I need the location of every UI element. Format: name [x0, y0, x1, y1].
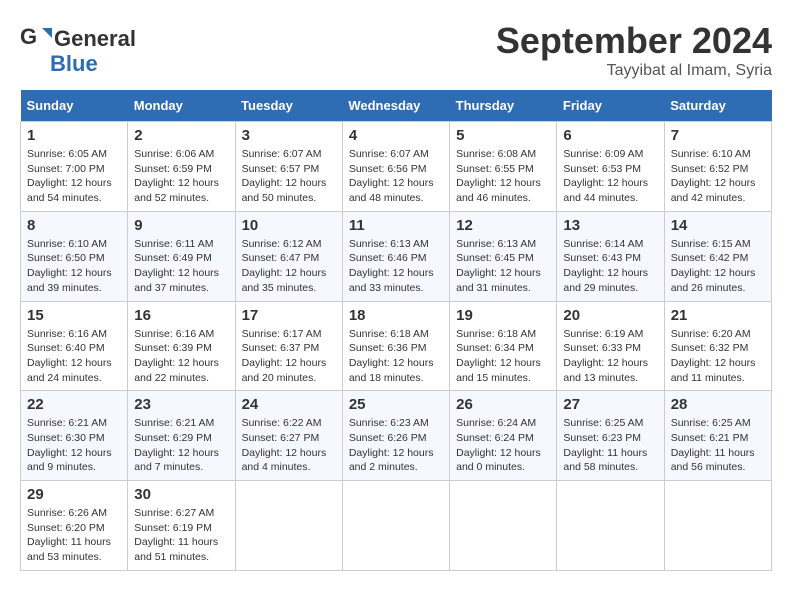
table-row: 30Sunrise: 6:27 AMSunset: 6:19 PMDayligh…: [128, 481, 235, 571]
table-row: 14Sunrise: 6:15 AMSunset: 6:42 PMDayligh…: [664, 211, 771, 301]
table-row: 1Sunrise: 6:05 AMSunset: 7:00 PMDaylight…: [21, 122, 128, 212]
table-row: 11Sunrise: 6:13 AMSunset: 6:46 PMDayligh…: [342, 211, 449, 301]
table-row: 19Sunrise: 6:18 AMSunset: 6:34 PMDayligh…: [450, 301, 557, 391]
logo-general-text: General: [54, 26, 136, 52]
table-row: 3Sunrise: 6:07 AMSunset: 6:57 PMDaylight…: [235, 122, 342, 212]
table-row: 18Sunrise: 6:18 AMSunset: 6:36 PMDayligh…: [342, 301, 449, 391]
logo-icon: G: [20, 20, 52, 57]
table-row: 20Sunrise: 6:19 AMSunset: 6:33 PMDayligh…: [557, 301, 664, 391]
table-row: [557, 481, 664, 571]
table-row: 22Sunrise: 6:21 AMSunset: 6:30 PMDayligh…: [21, 391, 128, 481]
table-row: 6Sunrise: 6:09 AMSunset: 6:53 PMDaylight…: [557, 122, 664, 212]
table-row: 7Sunrise: 6:10 AMSunset: 6:52 PMDaylight…: [664, 122, 771, 212]
location: Tayyibat al Imam, Syria: [496, 62, 772, 80]
table-row: 17Sunrise: 6:17 AMSunset: 6:37 PMDayligh…: [235, 301, 342, 391]
table-row: 5Sunrise: 6:08 AMSunset: 6:55 PMDaylight…: [450, 122, 557, 212]
col-thursday: Thursday: [450, 90, 557, 122]
table-row: 12Sunrise: 6:13 AMSunset: 6:45 PMDayligh…: [450, 211, 557, 301]
table-row: 13Sunrise: 6:14 AMSunset: 6:43 PMDayligh…: [557, 211, 664, 301]
table-row: 10Sunrise: 6:12 AMSunset: 6:47 PMDayligh…: [235, 211, 342, 301]
month-title: September 2024: [496, 20, 772, 62]
table-row: 23Sunrise: 6:21 AMSunset: 6:29 PMDayligh…: [128, 391, 235, 481]
logo-blue-text: Blue: [50, 51, 98, 77]
title-area: September 2024 Tayyibat al Imam, Syria: [496, 20, 772, 80]
table-row: 21Sunrise: 6:20 AMSunset: 6:32 PMDayligh…: [664, 301, 771, 391]
logo: G General Blue: [20, 20, 136, 77]
col-monday: Monday: [128, 90, 235, 122]
table-row: [664, 481, 771, 571]
table-row: 25Sunrise: 6:23 AMSunset: 6:26 PMDayligh…: [342, 391, 449, 481]
table-row: 16Sunrise: 6:16 AMSunset: 6:39 PMDayligh…: [128, 301, 235, 391]
table-row: 27Sunrise: 6:25 AMSunset: 6:23 PMDayligh…: [557, 391, 664, 481]
col-friday: Friday: [557, 90, 664, 122]
page-header: G General Blue September 2024 Tayyibat a…: [20, 20, 772, 80]
calendar-table: Sunday Monday Tuesday Wednesday Thursday…: [20, 90, 772, 571]
table-row: [342, 481, 449, 571]
table-row: 8Sunrise: 6:10 AMSunset: 6:50 PMDaylight…: [21, 211, 128, 301]
col-saturday: Saturday: [664, 90, 771, 122]
table-row: 15Sunrise: 6:16 AMSunset: 6:40 PMDayligh…: [21, 301, 128, 391]
col-tuesday: Tuesday: [235, 90, 342, 122]
col-sunday: Sunday: [21, 90, 128, 122]
table-row: 9Sunrise: 6:11 AMSunset: 6:49 PMDaylight…: [128, 211, 235, 301]
svg-text:G: G: [20, 24, 37, 49]
table-row: 26Sunrise: 6:24 AMSunset: 6:24 PMDayligh…: [450, 391, 557, 481]
col-wednesday: Wednesday: [342, 90, 449, 122]
table-row: 4Sunrise: 6:07 AMSunset: 6:56 PMDaylight…: [342, 122, 449, 212]
table-row: 29Sunrise: 6:26 AMSunset: 6:20 PMDayligh…: [21, 481, 128, 571]
header-row: Sunday Monday Tuesday Wednesday Thursday…: [21, 90, 772, 122]
table-row: [235, 481, 342, 571]
table-row: 24Sunrise: 6:22 AMSunset: 6:27 PMDayligh…: [235, 391, 342, 481]
table-row: 2Sunrise: 6:06 AMSunset: 6:59 PMDaylight…: [128, 122, 235, 212]
table-row: 28Sunrise: 6:25 AMSunset: 6:21 PMDayligh…: [664, 391, 771, 481]
table-row: [450, 481, 557, 571]
